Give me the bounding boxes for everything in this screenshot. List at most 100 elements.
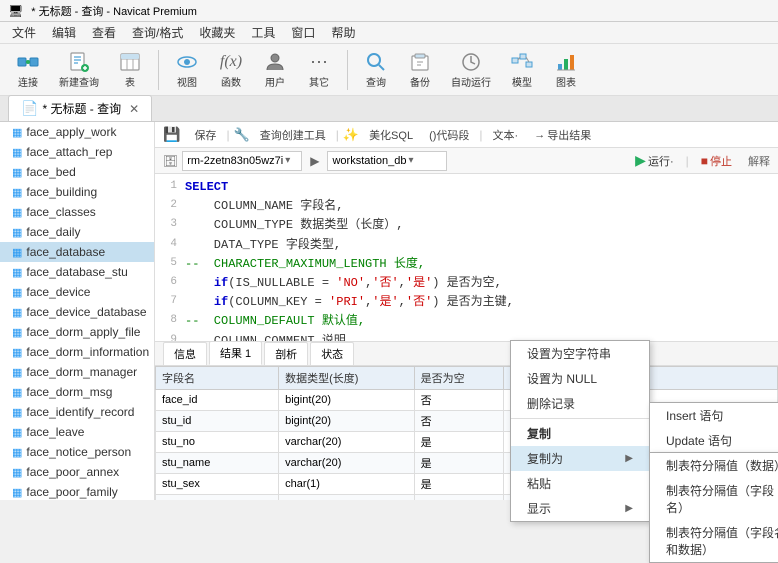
tab-result1[interactable]: 结果 1 — [209, 342, 262, 366]
line-num-8: 8 — [159, 312, 177, 331]
table-list-icon: ▦ — [12, 366, 22, 379]
sql-content-1: SELECT — [185, 178, 228, 197]
sidebar-item-16[interactable]: ▦ face_notice_person — [0, 442, 154, 462]
user-button[interactable]: 用户 — [255, 46, 295, 93]
sidebar-item-6[interactable]: ▦ face_database — [0, 242, 154, 262]
save-button[interactable]: 保存 — [188, 125, 222, 145]
ctx-copy[interactable]: 复制 — [511, 421, 649, 446]
database-select[interactable]: workstation_db ▾ — [327, 151, 447, 171]
table-header-row: 字段名 数据类型(长度) 是否为空 是否为主键 说明 — [156, 366, 778, 389]
sidebar-item-8[interactable]: ▦ face_device — [0, 282, 154, 302]
backup-label: 备份 — [410, 74, 430, 89]
table-list-icon: ▦ — [12, 166, 22, 179]
connect-button[interactable]: 连接 — [8, 46, 48, 93]
ctx-show-arrow: ▶ — [625, 503, 633, 514]
sidebar-item-18[interactable]: ▦ face_poor_family — [0, 482, 154, 500]
chart-button[interactable]: 图表 — [546, 46, 586, 93]
sidebar-item-9[interactable]: ▦ face_device_database — [0, 302, 154, 322]
sidebar-item-1[interactable]: ▦ face_attach_rep — [0, 142, 154, 162]
conn-arrow-right: ▶ — [310, 154, 319, 168]
cell-nullable: 是 — [414, 452, 503, 473]
ctx-delete-record[interactable]: 删除记录 — [511, 391, 649, 416]
menu-view[interactable]: 查看 — [84, 22, 124, 43]
sidebar-item-11[interactable]: ▦ face_dorm_information — [0, 342, 154, 362]
table-label: 表 — [125, 74, 135, 89]
table-list-icon: ▦ — [12, 126, 22, 139]
sidebar-item-14[interactable]: ▦ face_identify_record — [0, 402, 154, 422]
beautify-button[interactable]: 美化SQL — [363, 125, 419, 145]
new-query-button[interactable]: 新建查询 — [52, 46, 106, 93]
model-button[interactable]: 模型 — [502, 46, 542, 93]
title-bar: 🖥 * 无标题 - 查询 - Navicat Premium — [0, 0, 778, 22]
chart-label: 图表 — [556, 74, 576, 89]
view-button[interactable]: 视图 — [167, 46, 207, 93]
other-label: 其它 — [309, 74, 329, 89]
menu-file[interactable]: 文件 — [4, 22, 44, 43]
menu-window[interactable]: 窗口 — [283, 22, 323, 43]
table-list-icon: ▦ — [12, 306, 22, 319]
run-button[interactable]: ▶ 运行· — [631, 150, 677, 171]
tab-profile[interactable]: 剖析 — [264, 342, 308, 365]
sidebar-item-10[interactable]: ▦ face_dorm_apply_file — [0, 322, 154, 342]
sidebar-item-7[interactable]: ▦ face_database_stu — [0, 262, 154, 282]
stop-button[interactable]: ■ 停止 — [697, 151, 736, 171]
sidebar-item-17[interactable]: ▦ face_poor_annex — [0, 462, 154, 482]
other-button[interactable]: ⋯ 其它 — [299, 46, 339, 93]
sql-editor[interactable]: 1 SELECT 2 COLUMN_NAME 字段名, 3 COLUMN_TYP… — [155, 174, 778, 342]
cell-nullable: 是 — [414, 473, 503, 494]
ctx-set-empty-string[interactable]: 设置为空字符串 — [511, 341, 649, 366]
autorun-button[interactable]: 自动运行 — [444, 46, 498, 93]
line-num-2: 2 — [159, 197, 177, 216]
sidebar-item-12[interactable]: ▦ face_dorm_manager — [0, 362, 154, 382]
line-num-1: 1 — [159, 178, 177, 197]
menu-edit[interactable]: 编辑 — [44, 22, 84, 43]
menu-favorites[interactable]: 收藏夹 — [191, 22, 243, 43]
menu-tools[interactable]: 工具 — [243, 22, 283, 43]
ctx-show-sub-2[interactable]: 制表符分隔值（字段名和数据） — [650, 520, 778, 562]
ctx-paste[interactable]: 粘贴 — [511, 471, 649, 496]
menu-help[interactable]: 帮助 — [323, 22, 363, 43]
explain-label[interactable]: 解释 — [748, 153, 770, 169]
query-tab[interactable]: 📄 * 无标题 - 查询 ✕ — [8, 95, 152, 121]
backup-button[interactable]: 备份 — [400, 46, 440, 93]
table-button[interactable]: 表 — [110, 46, 150, 93]
menu-query-format[interactable]: 查询/格式 — [124, 22, 191, 43]
export-button[interactable]: → 导出结果 — [528, 125, 597, 145]
sidebar-item-15[interactable]: ▦ face_leave — [0, 422, 154, 442]
ctx-copy-as-arrow: ▶ — [625, 453, 633, 464]
backup-icon — [408, 50, 432, 74]
sidebar-item-4[interactable]: ▦ face_classes — [0, 202, 154, 222]
code-snippet-button[interactable]: ()代码段 — [423, 125, 475, 145]
ctx-copy-sub-0[interactable]: Insert 语句 — [650, 403, 778, 428]
sidebar-item-0[interactable]: ▦ face_apply_work — [0, 122, 154, 142]
sql-line-2: 2 COLUMN_NAME 字段名, — [159, 197, 774, 216]
sidebar-item-5[interactable]: ▦ face_daily — [0, 222, 154, 242]
table-list-icon: ▦ — [12, 186, 22, 199]
ctx-show-sub-0[interactable]: 制表符分隔值（数据） — [650, 453, 778, 478]
menu-bar: 文件 编辑 查看 查询/格式 收藏夹 工具 窗口 帮助 — [0, 22, 778, 44]
text-button[interactable]: 文本· — [487, 125, 525, 145]
tab-info[interactable]: 信息 — [163, 342, 207, 365]
other-icon: ⋯ — [307, 50, 331, 74]
connection-select[interactable]: rm-2zetn83n05wz7i ▾ — [182, 151, 302, 171]
sidebar-item-2[interactable]: ▦ face_bed — [0, 162, 154, 182]
toolbar-divider-1: | — [226, 128, 229, 142]
sidebar-item-3[interactable]: ▦ face_building — [0, 182, 154, 202]
ctx-set-null[interactable]: 设置为 NULL — [511, 366, 649, 391]
table-list-icon: ▦ — [12, 206, 22, 219]
tab-close-icon[interactable]: ✕ — [129, 102, 139, 116]
sidebar-item-13[interactable]: ▦ face_dorm_msg — [0, 382, 154, 402]
ctx-copy-sub-1[interactable]: Update 语句 — [650, 428, 778, 453]
toolbar-divider-2: | — [336, 128, 339, 142]
table-list-icon: ▦ — [12, 326, 22, 339]
ctx-show-sub-1[interactable]: 制表符分隔值（字段名） — [650, 478, 778, 520]
tab-status[interactable]: 状态 — [310, 342, 354, 365]
function-button[interactable]: f(x) 函数 — [211, 46, 251, 93]
cell-nullable: 否 — [414, 389, 503, 410]
query-builder-button[interactable]: 查询创建工具 — [254, 125, 332, 145]
query-button[interactable]: 查询 — [356, 46, 396, 93]
table-list-icon: ▦ — [12, 486, 22, 499]
ctx-copy-as[interactable]: 复制为 ▶ Insert 语句 Update 语句 — [511, 446, 649, 471]
view-label: 视图 — [177, 74, 197, 89]
cell-type: bigint(20) — [279, 389, 414, 410]
